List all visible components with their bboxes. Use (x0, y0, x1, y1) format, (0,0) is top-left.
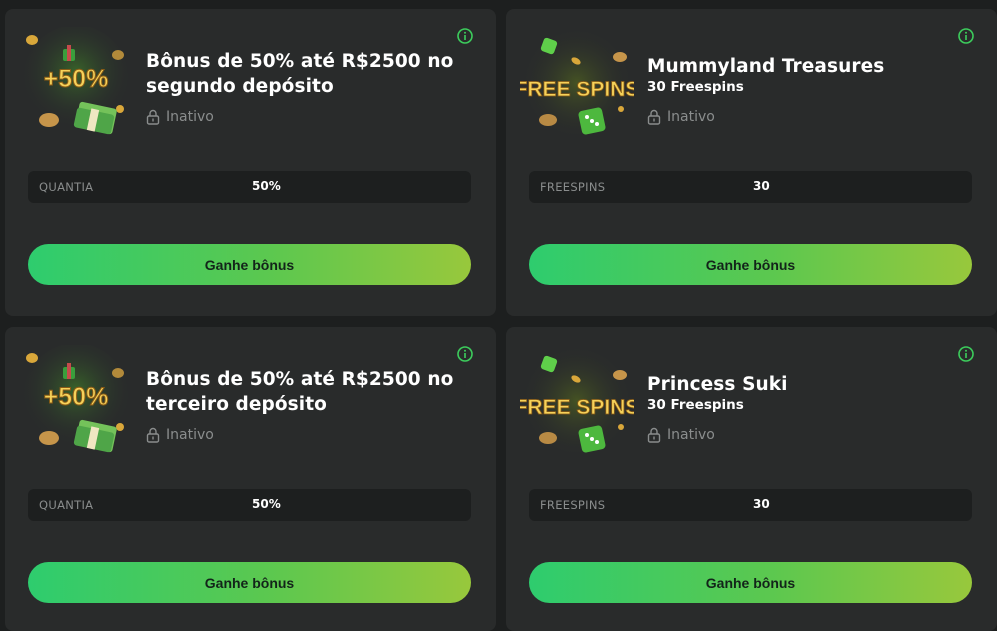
info-icon[interactable] (958, 346, 974, 362)
freespins-field: FREESPINS 30 (529, 489, 972, 521)
field-label: QUANTIA (39, 498, 94, 512)
status-label: Inativo (667, 427, 715, 443)
coin-icon (618, 424, 624, 430)
coin-icon (26, 35, 38, 45)
bonus-title: Princess Suki (647, 374, 788, 395)
field-label: FREESPINS (540, 498, 606, 512)
claim-bonus-button[interactable]: Ganhe bônus (28, 562, 471, 603)
bonus-subtitle: 30 Freespins (647, 79, 744, 95)
coin-icon (618, 106, 624, 112)
field-value: 30 (753, 497, 770, 511)
coin-icon (539, 432, 557, 444)
status-label: Inativo (667, 109, 715, 125)
coin-icon (112, 50, 124, 60)
field-label: QUANTIA (39, 180, 94, 194)
lock-icon (647, 109, 661, 125)
dice-icon (578, 425, 606, 453)
coin-icon (116, 105, 124, 113)
bonus-percent-art: +50% (24, 27, 128, 135)
lock-icon (146, 109, 160, 125)
coin-icon (613, 52, 627, 62)
coin-icon (112, 368, 124, 378)
bonus-card: +50% Bônus de 50% até R$2500 no segundo … (5, 9, 496, 316)
bonus-title: Bônus de 50% até R$2500 no terceiro depó… (146, 369, 454, 415)
claim-bonus-button[interactable]: Ganhe bônus (529, 244, 972, 285)
amount-field: QUANTIA 50% (28, 171, 471, 203)
lock-icon (647, 427, 661, 443)
info-icon[interactable] (457, 28, 473, 44)
info-icon[interactable] (958, 28, 974, 44)
free-spins-art: FREE SPINS (520, 349, 634, 453)
art-label: FREE SPINS (520, 396, 634, 419)
status-label: Inativo (166, 109, 214, 125)
coin-icon (613, 370, 627, 380)
field-label: FREESPINS (540, 180, 606, 194)
status: Inativo (647, 427, 715, 443)
bonus-title: Bônus de 50% até R$2500 no segundo depós… (146, 51, 454, 97)
status: Inativo (146, 109, 214, 125)
field-value: 30 (753, 179, 770, 193)
field-value: 50% (252, 179, 281, 193)
coin-icon (116, 423, 124, 431)
bonus-card: FREE SPINS Princess Suki 30 Freespins In… (506, 327, 997, 631)
info-icon[interactable] (457, 346, 473, 362)
bonus-card: +50% Bônus de 50% até R$2500 no terceiro… (5, 327, 496, 631)
bonus-subtitle: 30 Freespins (647, 397, 744, 413)
bonus-grid: +50% Bônus de 50% até R$2500 no segundo … (0, 0, 997, 631)
coin-icon (26, 353, 38, 363)
freespins-field: FREESPINS 30 (529, 171, 972, 203)
coin-icon (539, 114, 557, 126)
art-label: FREE SPINS (520, 78, 634, 101)
claim-bonus-button[interactable]: Ganhe bônus (28, 244, 471, 285)
free-spins-art: FREE SPINS (520, 31, 634, 135)
dice-icon (578, 107, 606, 135)
status: Inativo (647, 109, 715, 125)
coin-icon (39, 431, 59, 445)
bonus-title: Mummyland Treasures (647, 56, 885, 77)
field-value: 50% (252, 497, 281, 511)
status-label: Inativo (166, 427, 214, 443)
art-label: +50% (44, 383, 109, 411)
bonus-percent-art: +50% (24, 345, 128, 453)
amount-field: QUANTIA 50% (28, 489, 471, 521)
coin-icon (39, 113, 59, 127)
bonus-card: FREE SPINS Mummyland Treasures 30 Freesp… (506, 9, 997, 316)
status: Inativo (146, 427, 214, 443)
lock-icon (146, 427, 160, 443)
claim-bonus-button[interactable]: Ganhe bônus (529, 562, 972, 603)
art-label: +50% (44, 65, 109, 93)
